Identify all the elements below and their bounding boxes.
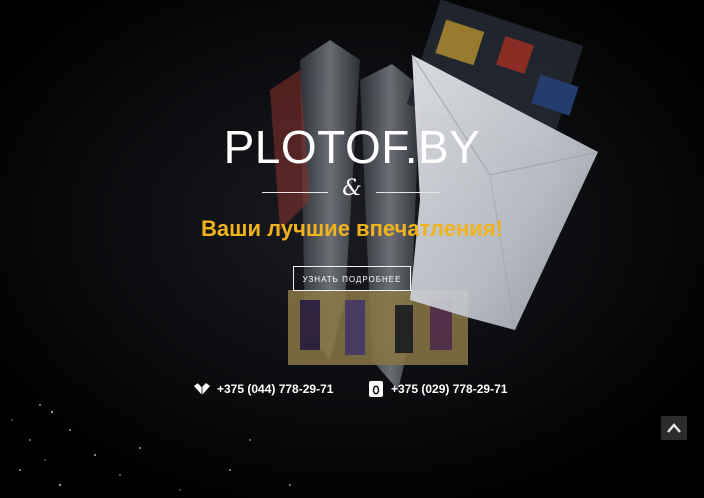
- scroll-to-top-button[interactable]: [661, 416, 687, 440]
- mts-icon: [367, 380, 385, 398]
- hero-tagline: Ваши лучшие впечатления!: [201, 216, 503, 241]
- hero-background-image: [0, 0, 704, 498]
- velcom-icon: [193, 380, 211, 398]
- site-title: PLOTOF.BY: [223, 121, 481, 173]
- ampersand-ornament: &: [342, 176, 362, 201]
- phone-velcom[interactable]: +375 (044) 778-29-71: [193, 380, 333, 398]
- hero-section: PLOTOF.BY & Ваши лучшие впечатления! УЗН…: [0, 0, 704, 498]
- divider-left: [262, 192, 328, 193]
- phone-number-velcom: +375 (044) 778-29-71: [217, 382, 334, 396]
- divider-right: [376, 192, 440, 193]
- phone-number-mts: +375 (029) 778-29-71: [391, 382, 508, 396]
- chevron-up-icon: [667, 423, 681, 433]
- phone-mts[interactable]: +375 (029) 778-29-71: [367, 380, 507, 398]
- learn-more-button[interactable]: УЗНАТЬ ПОДРОБНЕЕ: [293, 266, 411, 291]
